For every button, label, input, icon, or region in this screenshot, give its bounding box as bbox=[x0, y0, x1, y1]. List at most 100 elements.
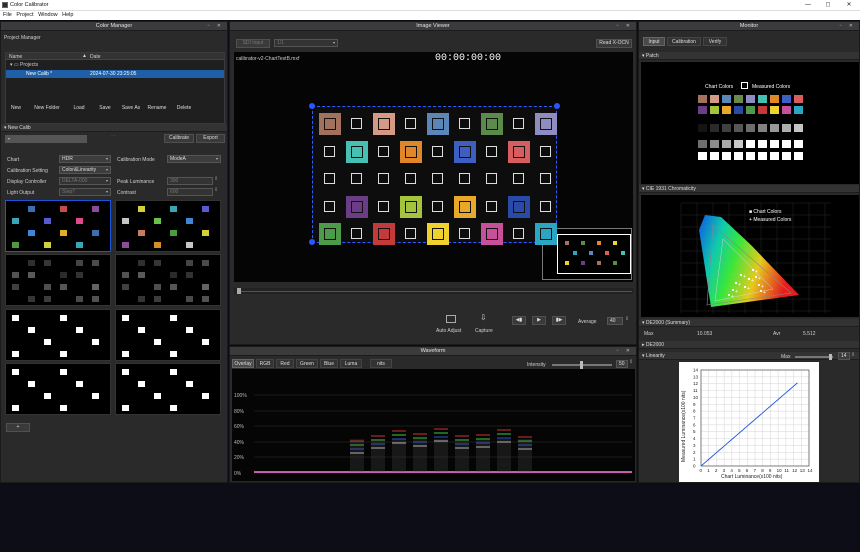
col-name[interactable]: Name bbox=[9, 54, 22, 60]
empty-patch bbox=[540, 173, 551, 184]
viewer-canvas[interactable]: calibrator-v2-ChartTestB.mxf 00:00:00:00 bbox=[234, 52, 633, 282]
load-button[interactable]: Load bbox=[67, 105, 91, 114]
chart-thumbnail[interactable] bbox=[115, 363, 221, 415]
display-controller-select[interactable]: DELTA-000 ▾ bbox=[59, 177, 111, 185]
col-date[interactable]: Date bbox=[90, 54, 101, 60]
new-calib-section[interactable]: ▾ New Calib bbox=[1, 124, 227, 132]
minimize-icon[interactable]: — bbox=[801, 1, 815, 10]
save-as-button[interactable]: Save As bbox=[119, 105, 143, 114]
cie-section[interactable]: ▾ CIE 1931 Chromaticity bbox=[639, 185, 859, 193]
panel-window-icons[interactable]: ▫ ✕ bbox=[208, 22, 224, 31]
menu-help[interactable]: Help bbox=[62, 11, 73, 20]
capture-icon[interactable]: ⇩ bbox=[480, 313, 487, 322]
read-xocn-button[interactable]: Read X-OCN bbox=[596, 39, 632, 48]
light-output-select[interactable]: Step7 ▾ bbox=[59, 188, 111, 196]
peak-luminance-field[interactable]: 300 bbox=[167, 177, 213, 185]
auto-adjust-label[interactable]: Auto Adjust bbox=[436, 328, 461, 334]
average-field[interactable]: 40 bbox=[607, 317, 623, 325]
menu-window[interactable]: Window bbox=[38, 11, 58, 20]
corner-handle[interactable] bbox=[309, 103, 315, 109]
tab-verify[interactable]: Verify bbox=[703, 37, 727, 46]
average-stepper[interactable]: ⇕ bbox=[625, 316, 629, 322]
chart-thumbnail[interactable] bbox=[5, 309, 111, 361]
intensity-slider[interactable] bbox=[552, 361, 612, 369]
linearity-y-tick: 3 bbox=[693, 443, 696, 448]
tab-input[interactable]: Input bbox=[643, 37, 665, 46]
waveform-tab-blue[interactable]: Blue bbox=[320, 359, 338, 368]
de-summary-section[interactable]: ▾ DE2000 (Summary) bbox=[639, 319, 859, 327]
linearity-stepper[interactable]: ⇕ bbox=[851, 352, 855, 358]
patch-section[interactable]: ▾ Patch bbox=[639, 52, 859, 60]
linearity-field[interactable]: 14 bbox=[838, 352, 850, 360]
add-button[interactable]: + bbox=[6, 423, 30, 432]
auto-adjust-icon[interactable] bbox=[446, 315, 456, 323]
chart-thumbnail-selected[interactable] bbox=[5, 200, 111, 252]
delete-button[interactable]: Delete bbox=[171, 105, 197, 114]
export-button[interactable]: Export bbox=[196, 134, 225, 143]
corner-handle[interactable] bbox=[309, 239, 315, 245]
waveform-tab-red[interactable]: Red bbox=[276, 359, 294, 368]
close-icon[interactable]: ✕ bbox=[842, 1, 856, 10]
corner-handle[interactable] bbox=[554, 103, 560, 109]
capture-label[interactable]: Capture bbox=[475, 328, 493, 334]
timeline-handle[interactable] bbox=[237, 288, 241, 294]
patch-inner bbox=[324, 228, 336, 240]
panel-window-icons[interactable]: ▫ ✕ bbox=[840, 22, 856, 31]
tab-calibration[interactable]: Calibration bbox=[667, 37, 701, 46]
rename-button[interactable]: Rename bbox=[145, 105, 169, 114]
thumb-patch bbox=[154, 284, 161, 290]
linearity-slider[interactable] bbox=[795, 354, 833, 360]
intensity-slider-handle[interactable] bbox=[580, 361, 583, 369]
thumb-patch bbox=[28, 206, 35, 212]
contrast-stepper[interactable]: ⇕ bbox=[214, 187, 218, 193]
maximize-icon[interactable]: ◻ bbox=[821, 1, 835, 10]
chart-select[interactable]: HDR ▾ bbox=[59, 155, 111, 163]
chart-label: Chart bbox=[7, 157, 20, 163]
splitter-handle[interactable]: ∙∙∙∙ bbox=[111, 133, 117, 139]
calibration-mode-select[interactable]: ModeA ▾ bbox=[167, 155, 221, 163]
menu-project[interactable]: Project bbox=[16, 11, 33, 20]
chart-thumbnail[interactable] bbox=[5, 363, 111, 415]
max-value: 10.053 bbox=[697, 331, 713, 337]
save-button[interactable]: Save bbox=[93, 105, 117, 114]
waveform-column bbox=[476, 439, 490, 472]
tree-root[interactable]: ▾ ▭ Projects bbox=[10, 62, 38, 68]
calibrate-button[interactable]: Calibrate bbox=[164, 134, 194, 143]
tree-item-selected[interactable]: New Calib * 2024-07-30 23:25:05 bbox=[6, 70, 224, 78]
waveform-tab-green[interactable]: Green bbox=[296, 359, 318, 368]
intensity-field[interactable]: 50 bbox=[616, 360, 628, 368]
nits-tab[interactable]: nits bbox=[370, 359, 392, 368]
chart-thumbnail[interactable] bbox=[115, 254, 221, 306]
step-forward-button[interactable]: ▮▶ bbox=[552, 316, 566, 325]
panel-window-icons[interactable]: ▫ ✕ bbox=[617, 347, 633, 356]
waveform-tab-overlay[interactable]: Overlay bbox=[232, 359, 254, 368]
monitor-patch bbox=[734, 106, 743, 114]
linearity-x-tick: 1 bbox=[707, 468, 710, 473]
intensity-stepper[interactable]: ⇕ bbox=[629, 359, 633, 365]
step-back-button[interactable]: ◀▮ bbox=[512, 316, 526, 325]
de2000-section[interactable]: ▸ DE2000 bbox=[639, 341, 859, 349]
thumb-patch bbox=[12, 218, 19, 224]
waveform-tab-luma[interactable]: Luma bbox=[340, 359, 362, 368]
linearity-slider-handle[interactable] bbox=[829, 354, 832, 360]
play-button[interactable]: ▶ bbox=[532, 316, 546, 325]
calib-name-field[interactable]: ▾ bbox=[5, 135, 87, 143]
waveform-tab-rgb[interactable]: RGB bbox=[256, 359, 274, 368]
new-folder-button[interactable]: New Folder bbox=[29, 105, 65, 114]
thumb-patch bbox=[92, 339, 99, 345]
chart-thumbnail[interactable] bbox=[115, 309, 221, 361]
calibration-setting-select[interactable]: Color&Linearity ▾ bbox=[59, 166, 111, 174]
menu-file[interactable]: File bbox=[3, 11, 12, 20]
peak-stepper[interactable]: ⇕ bbox=[214, 176, 218, 182]
sdi-input-button[interactable]: SDI Input bbox=[236, 39, 270, 48]
legend-chart-colors: ■ Chart Colors bbox=[749, 209, 782, 215]
sdi-channel-select[interactable]: 1/1 ▾ bbox=[274, 39, 338, 47]
intensity-label: Intensity bbox=[527, 362, 546, 368]
panel-window-icons[interactable]: ▫ ✕ bbox=[617, 22, 633, 31]
cie-measured-point: + bbox=[735, 289, 738, 295]
chart-thumbnail[interactable] bbox=[115, 200, 221, 252]
new-button[interactable]: New bbox=[5, 105, 27, 114]
contrast-field[interactable]: 600 bbox=[167, 188, 213, 196]
timeline-track[interactable] bbox=[234, 288, 633, 294]
chart-thumbnail[interactable] bbox=[5, 254, 111, 306]
